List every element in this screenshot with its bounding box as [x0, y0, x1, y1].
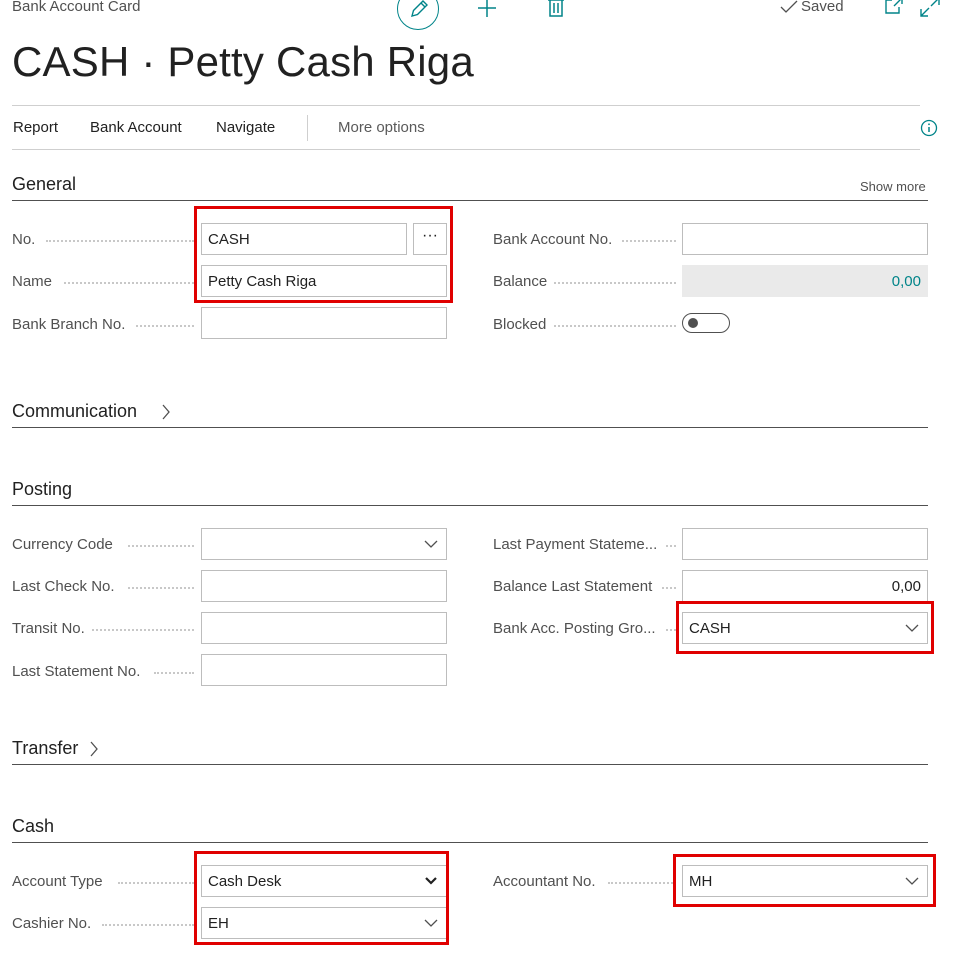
currency-code-dropdown[interactable]: [201, 528, 447, 560]
bank-account-no-field[interactable]: [682, 223, 928, 255]
bank-account-no-label: Bank Account No.: [493, 231, 613, 248]
blocked-label: Blocked: [493, 316, 547, 333]
delete-icon[interactable]: [547, 0, 565, 18]
page-title: CASH · Petty Cash Riga: [12, 38, 474, 85]
section-cash-title[interactable]: Cash: [12, 816, 54, 837]
highlight-account-type-cashier: [194, 851, 449, 945]
currency-code-label: Currency Code: [12, 536, 113, 553]
cashier-no-label: Cashier No.: [12, 915, 92, 932]
show-more-link[interactable]: Show more: [860, 179, 926, 194]
balance-label: Balance: [493, 273, 548, 290]
posting-group-label: Bank Acc. Posting Gro...: [493, 620, 656, 637]
expand-icon[interactable]: [920, 0, 940, 17]
transit-no-label: Transit No.: [12, 620, 85, 637]
transit-no-field[interactable]: [201, 612, 447, 644]
last-statement-field[interactable]: [201, 654, 447, 686]
highlight-accountant-no: [673, 854, 936, 907]
last-payment-statement-field[interactable]: [682, 528, 928, 560]
section-posting-title[interactable]: Posting: [12, 479, 72, 500]
toggle-knob: [688, 318, 698, 328]
no-label: No.: [12, 231, 36, 248]
action-navigate[interactable]: Navigate: [216, 119, 275, 136]
action-bank-account[interactable]: Bank Account: [90, 119, 182, 136]
new-icon[interactable]: [477, 0, 497, 18]
balance-last-statement-label: Balance Last Statement: [493, 578, 653, 595]
open-new-window-icon[interactable]: [884, 0, 904, 15]
chevron-down-icon: [424, 540, 438, 548]
accountant-no-label: Accountant No.: [493, 873, 596, 890]
highlight-no-name: [194, 206, 453, 303]
action-more-options[interactable]: More options: [338, 119, 425, 136]
action-bar: Report Bank Account Navigate More option…: [12, 106, 938, 150]
highlight-posting-group: [676, 601, 934, 654]
edit-button[interactable]: [397, 0, 439, 30]
last-check-field[interactable]: [201, 570, 447, 602]
saved-status: Saved: [801, 0, 844, 15]
balance-last-statement-field[interactable]: 0,00: [682, 570, 928, 602]
last-check-label: Last Check No.: [12, 578, 115, 595]
chevron-right-icon[interactable]: [89, 741, 99, 757]
breadcrumb: Bank Account Card: [12, 0, 141, 15]
pencil-icon: [410, 0, 428, 17]
info-icon[interactable]: [920, 119, 938, 137]
section-communication-title[interactable]: Communication: [12, 401, 137, 422]
balance-field[interactable]: 0,00: [682, 265, 928, 297]
blocked-toggle[interactable]: [682, 313, 730, 333]
last-payment-statement-label: Last Payment Stateme...: [493, 536, 658, 553]
bank-branch-field[interactable]: [201, 307, 447, 339]
account-type-label: Account Type: [12, 873, 103, 890]
bank-branch-label: Bank Branch No.: [12, 316, 126, 333]
name-label: Name: [12, 273, 53, 290]
last-statement-label: Last Statement No.: [12, 663, 141, 680]
action-report[interactable]: Report: [13, 119, 58, 136]
check-icon: [780, 0, 798, 13]
action-separator: [307, 115, 308, 141]
section-transfer-title[interactable]: Transfer: [12, 738, 78, 759]
section-general-title[interactable]: General: [12, 174, 76, 195]
chevron-right-icon[interactable]: [161, 404, 171, 420]
